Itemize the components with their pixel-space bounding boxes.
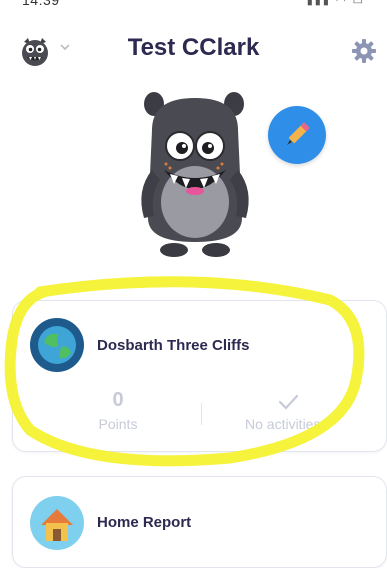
page-title: Test CClark xyxy=(127,34,260,61)
stat-divider xyxy=(201,403,202,425)
status-time: 14:39 xyxy=(22,0,60,8)
points-label: Points xyxy=(98,416,138,432)
class-card[interactable]: Dosbarth Three Cliffs 0 Points No activi… xyxy=(12,300,387,452)
home-report-card[interactable]: Home Report xyxy=(12,476,387,568)
globe-icon xyxy=(29,317,85,373)
settings-button[interactable] xyxy=(349,36,379,66)
house-icon xyxy=(29,495,85,551)
points-value: 0 xyxy=(112,389,124,411)
status-indicators: ▮▮▮ ◠ ▭ xyxy=(306,0,365,7)
checkmark-icon xyxy=(277,393,299,411)
class-name: Dosbarth Three Cliffs xyxy=(97,337,250,354)
gear-icon xyxy=(352,39,376,63)
activity-label: No activities xyxy=(245,416,321,432)
pencil-icon xyxy=(287,122,310,145)
home-report-label: Home Report xyxy=(97,514,192,531)
edit-avatar-button[interactable] xyxy=(268,106,326,164)
profile-monster-avatar xyxy=(130,90,260,260)
highlight-annotation xyxy=(4,276,365,467)
